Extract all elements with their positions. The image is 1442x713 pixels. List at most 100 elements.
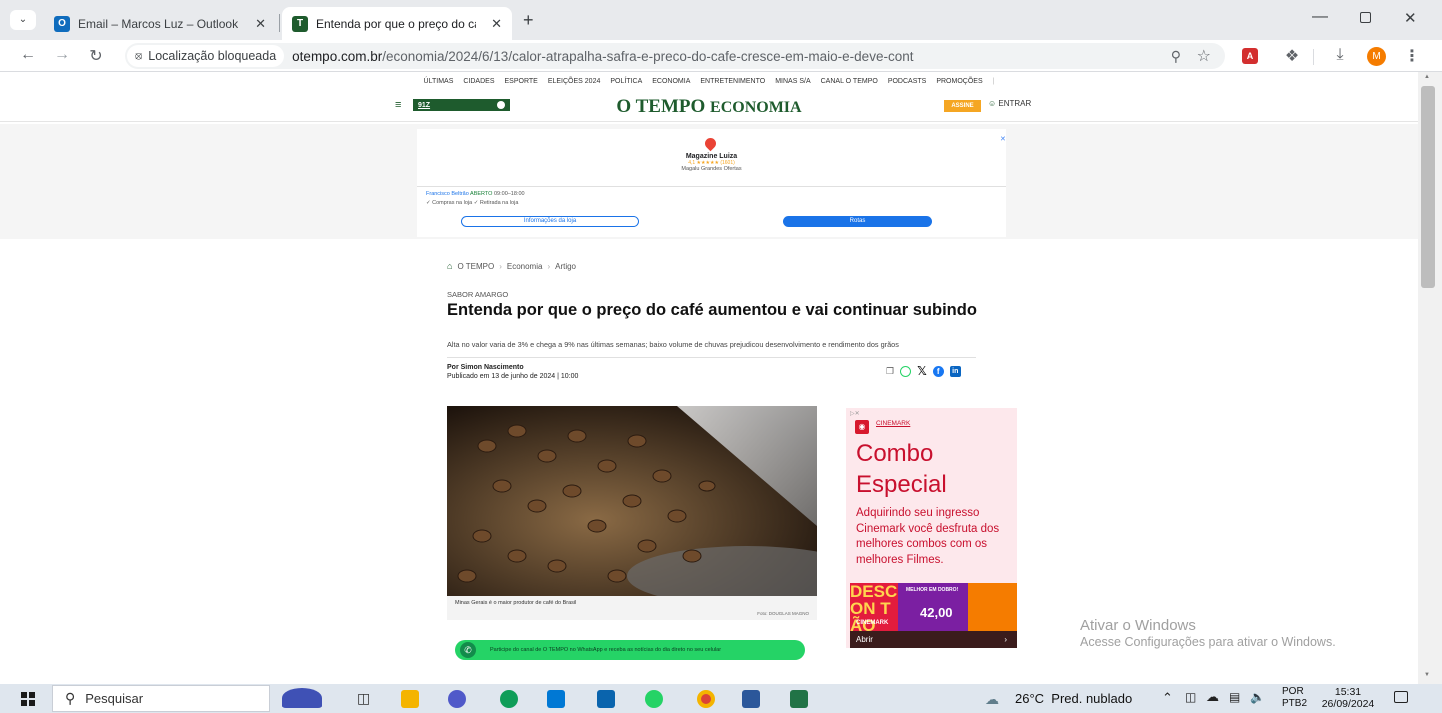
activation-watermark: Ativar o Windows Acesse Configurações pa… — [1080, 617, 1336, 649]
notifications-icon[interactable] — [1394, 691, 1408, 703]
close-tab-icon[interactable]: ✕ — [255, 16, 266, 32]
home-icon: ⌂ — [447, 261, 453, 271]
weather-text[interactable]: 26°C Pred. nublado — [1015, 691, 1132, 706]
word-icon[interactable] — [742, 690, 760, 708]
nav-item[interactable]: PODCASTS — [888, 78, 927, 85]
download-icon[interactable]: ⤓ — [1330, 46, 1350, 64]
restore-button[interactable] — [1360, 12, 1371, 23]
location-blocked-label: Localização bloqueada — [148, 49, 277, 63]
hamburger-menu-icon[interactable]: ≡ — [395, 99, 401, 111]
nav-item[interactable]: ÚLTIMAS — [424, 78, 454, 85]
scrollbar-thumb[interactable] — [1421, 86, 1435, 288]
weather-icon[interactable]: ☁ — [985, 691, 999, 708]
cinemark-ad[interactable]: ▷✕ ◉ CINEMARK Combo Especial Adquirindo … — [846, 408, 1017, 648]
store-ad[interactable]: ✕ Magazine Luiza 4,1 ★★★★★ (1601) Magalu… — [417, 129, 1006, 237]
minimize-button[interactable]: — — [1312, 8, 1328, 26]
scroll-up-icon[interactable]: ▲ — [1424, 74, 1430, 80]
ad-choices-icon[interactable]: ✕ — [1000, 135, 1006, 143]
windows-start-icon[interactable] — [21, 692, 35, 706]
network-icon[interactable]: ▤ — [1229, 690, 1240, 704]
subscribe-button[interactable]: ASSINE — [944, 100, 981, 112]
nav-item[interactable]: PROMOÇÕES — [936, 78, 982, 85]
nav-item[interactable]: POLÍTICA — [610, 78, 642, 85]
nav-item[interactable]: ELEIÇÕES 2024 — [548, 78, 601, 85]
close-tab-icon[interactable]: ✕ — [491, 16, 502, 32]
file-explorer-icon[interactable] — [401, 690, 419, 708]
edge-icon[interactable] — [500, 690, 518, 708]
site-header: ≡ 91Z O TEMPO ECONOMIA ASSINE ☺ ENTRAR — [0, 90, 1418, 122]
new-tab-button[interactable]: + — [523, 10, 534, 31]
ad-choices-icon[interactable]: ▷✕ — [850, 410, 860, 417]
keyboard-layout: PTB2 — [1282, 698, 1308, 709]
address-bar[interactable]: ⦻ Localização bloqueada otempo.com.br/ec… — [125, 43, 1225, 69]
facebook-icon[interactable]: f — [932, 365, 944, 377]
routes-button[interactable]: Rotas — [783, 216, 932, 227]
article-photo[interactable] — [447, 406, 817, 596]
whatsapp-app-icon[interactable] — [645, 690, 663, 708]
search-placeholder: Pesquisar — [85, 691, 144, 706]
profile-avatar[interactable]: M — [1367, 47, 1386, 66]
breadcrumb-item[interactable]: Economia — [507, 262, 543, 271]
close-window-button[interactable]: ✕ — [1404, 9, 1417, 27]
teams-icon[interactable] — [448, 690, 466, 708]
login-link[interactable]: ☺ ENTRAR — [988, 99, 1031, 108]
zoom-icon[interactable]: ⚲ — [1171, 48, 1181, 65]
back-icon[interactable]: ← — [18, 46, 38, 64]
whatsapp-banner-text: Participe do canal de O TEMPO no WhatsAp… — [490, 647, 722, 653]
tab-search-button[interactable]: ⌄ — [10, 10, 36, 30]
tray-apps-icon[interactable]: ◫ — [1185, 690, 1196, 704]
promo-brand: CINEMARK — [856, 620, 889, 626]
scroll-down-icon[interactable]: ▼ — [1424, 672, 1430, 678]
chrome-icon[interactable] — [697, 690, 715, 708]
breadcrumb-item[interactable]: O TEMPO — [457, 262, 494, 271]
mail-icon[interactable] — [597, 690, 615, 708]
ad-body: Adquirindo seu ingresso Cinemark você de… — [856, 507, 1000, 566]
watermark-subtitle: Acesse Configurações para ativar o Windo… — [1080, 635, 1336, 649]
nav-item[interactable]: MINAS S/A — [775, 78, 810, 85]
extensions-icon[interactable]: ❖ — [1282, 46, 1302, 66]
article-title: Entenda por que o preço do café aumentou… — [447, 301, 977, 319]
chevron-right-icon: › — [1004, 635, 1007, 644]
nav-item[interactable]: CANAL O TEMPO — [821, 78, 878, 85]
whatsapp-channel-banner[interactable]: ✆ Participe do canal de O TEMPO no Whats… — [455, 640, 805, 660]
tray-chevron-icon[interactable]: ⌃ — [1162, 690, 1173, 706]
nav-item[interactable]: ENTRETENIMENTO — [700, 78, 765, 85]
tab-outlook[interactable]: O Email – Marcos Luz – Outlook ✕ — [44, 7, 276, 40]
widget-bird-icon[interactable] — [282, 688, 322, 708]
tab-otempo[interactable]: T Entenda por que o preço do ca ✕ — [282, 7, 512, 40]
pdf-extension-icon[interactable]: A — [1242, 48, 1258, 64]
nav-item[interactable]: ESPORTE — [505, 78, 538, 85]
location-off-icon: ⦻ — [135, 49, 143, 62]
nav-item[interactable]: CIDADES — [463, 78, 494, 85]
photo-credit: Foto: DOUGLAS MAGNO — [757, 611, 809, 616]
store-subtitle: Magalu Grandes Ofertas — [681, 166, 742, 172]
menu-kebab-icon[interactable]: ⋮ — [1402, 46, 1422, 66]
otempo-favicon-icon: T — [292, 15, 308, 32]
onedrive-icon[interactable]: ☁ — [1206, 689, 1219, 705]
store-icon[interactable] — [547, 690, 565, 708]
site-logo[interactable]: O TEMPO ECONOMIA — [0, 96, 1418, 118]
top-ad-banner: ✕ Magazine Luiza 4,1 ★★★★★ (1601) Magalu… — [0, 124, 1418, 239]
ad-headline: Combo Especial — [856, 438, 947, 500]
store-info-button[interactable]: Informações da loja — [461, 216, 639, 227]
whatsapp-icon[interactable] — [900, 365, 912, 377]
outlook-icon: O — [54, 15, 70, 32]
clock[interactable]: 15:31 26/09/2024 — [1316, 686, 1380, 710]
linkedin-icon[interactable]: in — [949, 365, 961, 377]
copy-link-icon[interactable]: ❐ — [886, 366, 894, 377]
taskbar-search[interactable]: ⚲ Pesquisar — [52, 685, 270, 712]
task-view-icon[interactable]: ◫ — [357, 690, 370, 707]
article-author[interactable]: Por Simon Nascimento — [447, 364, 524, 371]
radio-player[interactable]: 91Z — [413, 99, 510, 111]
language-indicator[interactable]: POR PTB2 — [1282, 686, 1307, 710]
ad-open-bar[interactable]: Abrir › — [850, 631, 1017, 648]
bookmark-star-icon[interactable]: ☆ — [1197, 46, 1211, 66]
location-blocked-chip[interactable]: ⦻ Localização bloqueada — [127, 45, 285, 67]
forward-icon[interactable]: → — [52, 46, 72, 64]
coffee-beans-image — [447, 406, 817, 596]
nav-item[interactable]: ECONOMIA — [652, 78, 690, 85]
volume-icon[interactable]: 🔈 — [1250, 690, 1265, 704]
reload-icon[interactable]: ↻ — [86, 46, 106, 66]
excel-icon[interactable] — [790, 690, 808, 708]
x-icon[interactable]: 𝕏 — [917, 364, 927, 378]
